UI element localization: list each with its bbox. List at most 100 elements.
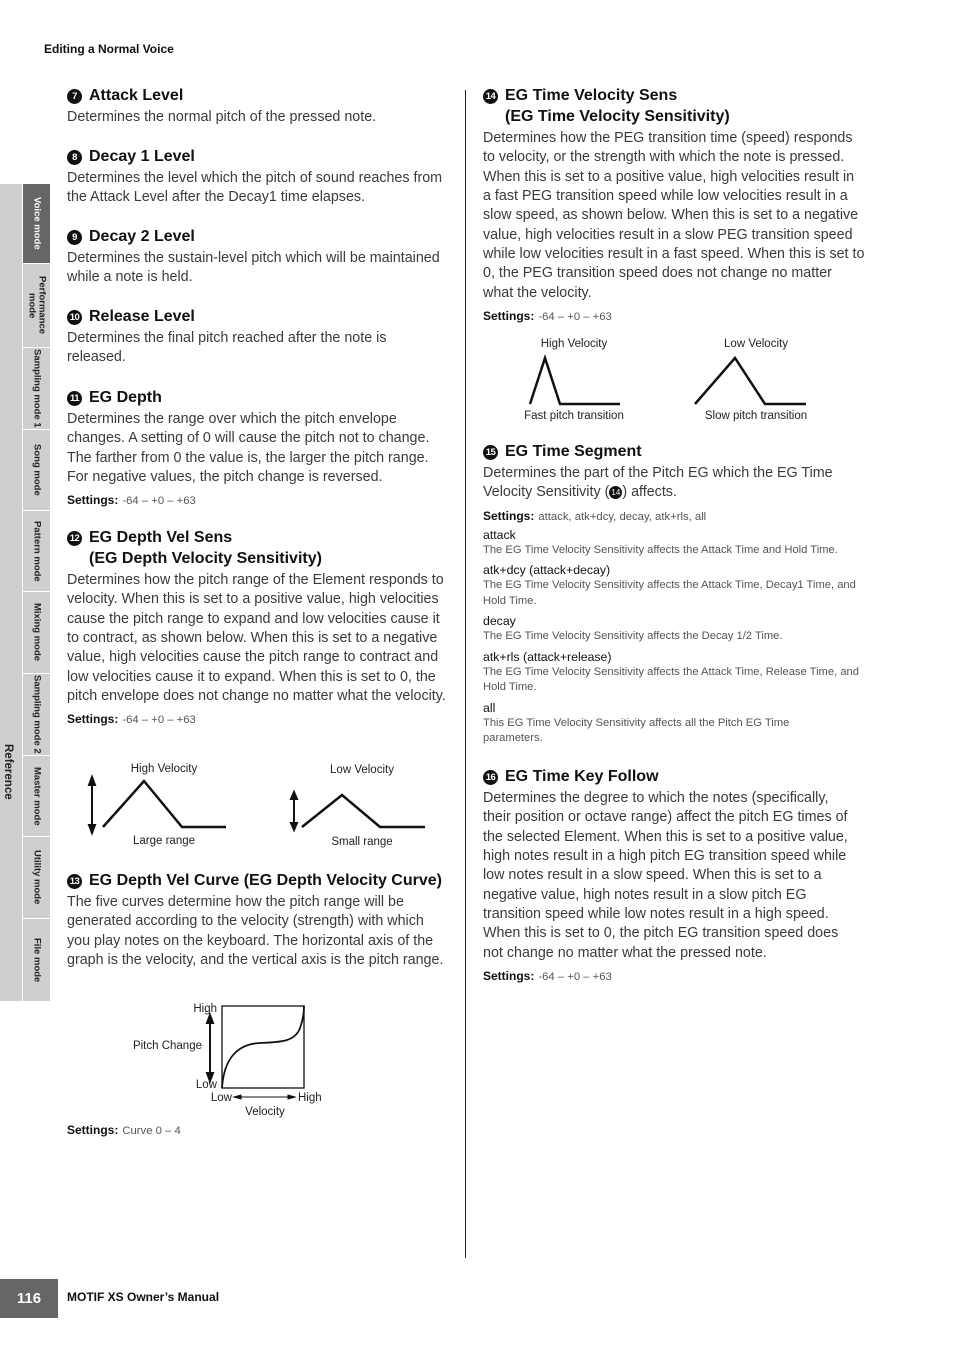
section-body: Determines the part of the Pitch EG whic… (483, 464, 865, 503)
section-heading: 12 EG Depth Vel Sens (EG Depth Velocity Se… (67, 527, 449, 569)
envelope-large (102, 779, 226, 829)
section-eg-time-key-follow: 16 EG Time Key Follow Determines the degr… (483, 766, 865, 983)
option-description: The EG Time Velocity Sensitivity affects… (483, 665, 859, 694)
section-decay2-level: 9 Decay 2 Level Determines the sustain-le… (67, 226, 449, 288)
y-low-label: Low (196, 1079, 218, 1091)
circled-number-icon: 10 (67, 310, 82, 325)
section-heading: 10 Release Level (67, 306, 407, 327)
circled-number-icon: 16 (483, 770, 498, 785)
circled-number-icon: 12 (67, 531, 82, 546)
settings-label: Settings: (67, 493, 119, 508)
tab-master-mode[interactable]: Master mode (23, 756, 50, 837)
section-eg-depth: 11 EG Depth Determines the range over whi… (67, 387, 449, 507)
heading-text: EG Depth (89, 389, 162, 406)
section-attack-level: 7 Attack Level Determines the normal pitc… (67, 85, 449, 127)
option-name: attack (483, 527, 516, 542)
double-arrow-icon (289, 789, 299, 833)
section-body: Determines how the pitch range of the El… (67, 572, 446, 705)
y-axis-label: Pitch Change (133, 1040, 202, 1052)
settings-line: Settings: -64 – +0 – +63 (483, 309, 865, 323)
circled-number-icon: 9 (67, 230, 82, 245)
settings-label: Settings: (67, 1123, 119, 1137)
option-list: attack The EG Time Velocity Sensitivity … (483, 528, 865, 747)
x-high-label: High (298, 1092, 322, 1104)
section-eg-time-vel-sens: 14 EG Time Velocity Sens (EG Time Velocity… (483, 85, 865, 323)
diagram-caption-right: Slow pitch transition (705, 410, 807, 422)
settings-label: Settings: (67, 712, 119, 727)
diagram-title-left: High Velocity (541, 338, 608, 350)
section-heading: 8 Decay 1 Level (67, 146, 449, 167)
settings-line: Settings: -64 – +0 – +63 (483, 969, 865, 983)
section-heading: 16 EG Time Key Follow (483, 766, 865, 787)
section-eg-depth-vel-curve: 13 EG Depth Vel Curve (EG Depth Velocity … (67, 870, 452, 970)
section-body: Determines how the PEG transition time (… (483, 130, 865, 301)
section-release-level: 10 Release Level Determines the final pit… (67, 306, 407, 368)
section-eg-time-segment: 15 EG Time Segment Determines the part of… (483, 441, 865, 747)
page-number: 116 (0, 1279, 58, 1318)
heading-text: Release Level (89, 308, 195, 325)
tab-mixing-mode[interactable]: Mixing mode (23, 592, 50, 674)
option-description: This EG Time Velocity Sensitivity affect… (483, 716, 790, 745)
tab-label: File mode (31, 937, 43, 983)
tab-label: Performance mode (26, 276, 48, 335)
section-body: Determines the sustain-level pitch which… (67, 250, 440, 286)
tab-label: Utility mode (31, 850, 43, 905)
heading-subtitle: (EG Depth Velocity Sensitivity) (89, 550, 322, 567)
heading-text: EG Time Segment (505, 443, 642, 460)
settings-line: Settings: -64 – +0 – +63 (67, 493, 449, 507)
tab-sampling-mode-1[interactable]: Sampling mode 1 (23, 348, 50, 430)
x-low-label: Low (211, 1092, 233, 1104)
diagram-caption-right: Small range (331, 836, 392, 848)
section-body: The five curves determine how the pitch … (67, 894, 444, 969)
section-body: Determines the range over which the pitc… (67, 411, 430, 486)
tab-file-mode[interactable]: File mode (23, 919, 50, 1002)
circled-number-icon: 11 (67, 391, 82, 406)
tab-pattern-mode[interactable]: Pattern mode (23, 511, 50, 592)
option-name: atk+rls (attack+release) (483, 649, 612, 664)
settings-label: Settings: (483, 309, 535, 324)
section-heading: 11 EG Depth (67, 387, 449, 408)
envelope-small (301, 793, 425, 829)
tab-utility-mode[interactable]: Utility mode (23, 837, 50, 919)
settings-line: Settings: Curve 0 – 4 (67, 1123, 449, 1137)
circled-number-icon: 8 (67, 150, 82, 165)
tab-performance-mode[interactable]: Performance mode (23, 264, 50, 348)
running-header: Editing a Normal Voice (44, 42, 174, 56)
tab-sampling-mode-2[interactable]: Sampling mode 2 (23, 674, 50, 756)
settings-label: Settings: (483, 969, 535, 984)
settings-label: Settings: (483, 508, 535, 523)
section-eg-depth-vel-sens: 12 EG Depth Vel Sens (EG Depth Velocity Se… (67, 527, 449, 726)
section-heading: 9 Decay 2 Level (67, 226, 449, 247)
velocity-curve (221, 1005, 305, 1089)
tab-song-mode[interactable]: Song mode (23, 430, 50, 511)
body-text: ) affects. (622, 484, 677, 501)
tab-voice-mode[interactable]: Voice mode (23, 184, 50, 264)
section-body: Determines the final pitch reached after… (67, 330, 387, 366)
manual-page: Editing a Normal Voice Reference Voice m… (0, 0, 954, 1351)
circled-number-icon: 15 (483, 445, 498, 460)
settings-value: attack, atk+dcy, decay, atk+rls, all (538, 510, 707, 523)
settings-line: Settings: attack, atk+dcy, decay, atk+rls… (483, 509, 865, 523)
diagram-title-right: Low Velocity (724, 338, 788, 350)
diagram-caption-left: Large range (133, 835, 195, 847)
section-heading: 13 EG Depth Vel Curve (EG Depth Velocity … (67, 870, 452, 891)
manual-title: MOTIF XS Owner’s Manual (67, 1290, 220, 1304)
section-decay1-level: 8 Decay 1 Level Determines the level whic… (67, 146, 449, 208)
vertical-arrow-icon (205, 1012, 215, 1084)
option-name: all (483, 700, 496, 715)
envelope-slow (694, 355, 806, 406)
envelope-fast (528, 353, 620, 406)
circled-number-icon: 14 (483, 89, 498, 104)
section-heading: 14 EG Time Velocity Sens (EG Time Velocity… (483, 85, 865, 127)
settings-value: -64 – +0 – +63 (538, 311, 612, 324)
option-name: decay (483, 614, 516, 629)
reference-label: Reference (2, 744, 14, 800)
settings-value: Curve 0 – 4 (122, 1125, 181, 1137)
heading-text: EG Time Key Follow (505, 768, 659, 785)
settings-value: -64 – +0 – +63 (538, 971, 612, 984)
tab-label: Master mode (31, 766, 43, 826)
tab-label: Mixing mode (31, 603, 43, 662)
settings-line: Settings: -64 – +0 – +63 (67, 712, 449, 726)
option-description: The EG Time Velocity Sensitivity affects… (483, 630, 783, 643)
settings-value: -64 – +0 – +63 (122, 495, 196, 508)
